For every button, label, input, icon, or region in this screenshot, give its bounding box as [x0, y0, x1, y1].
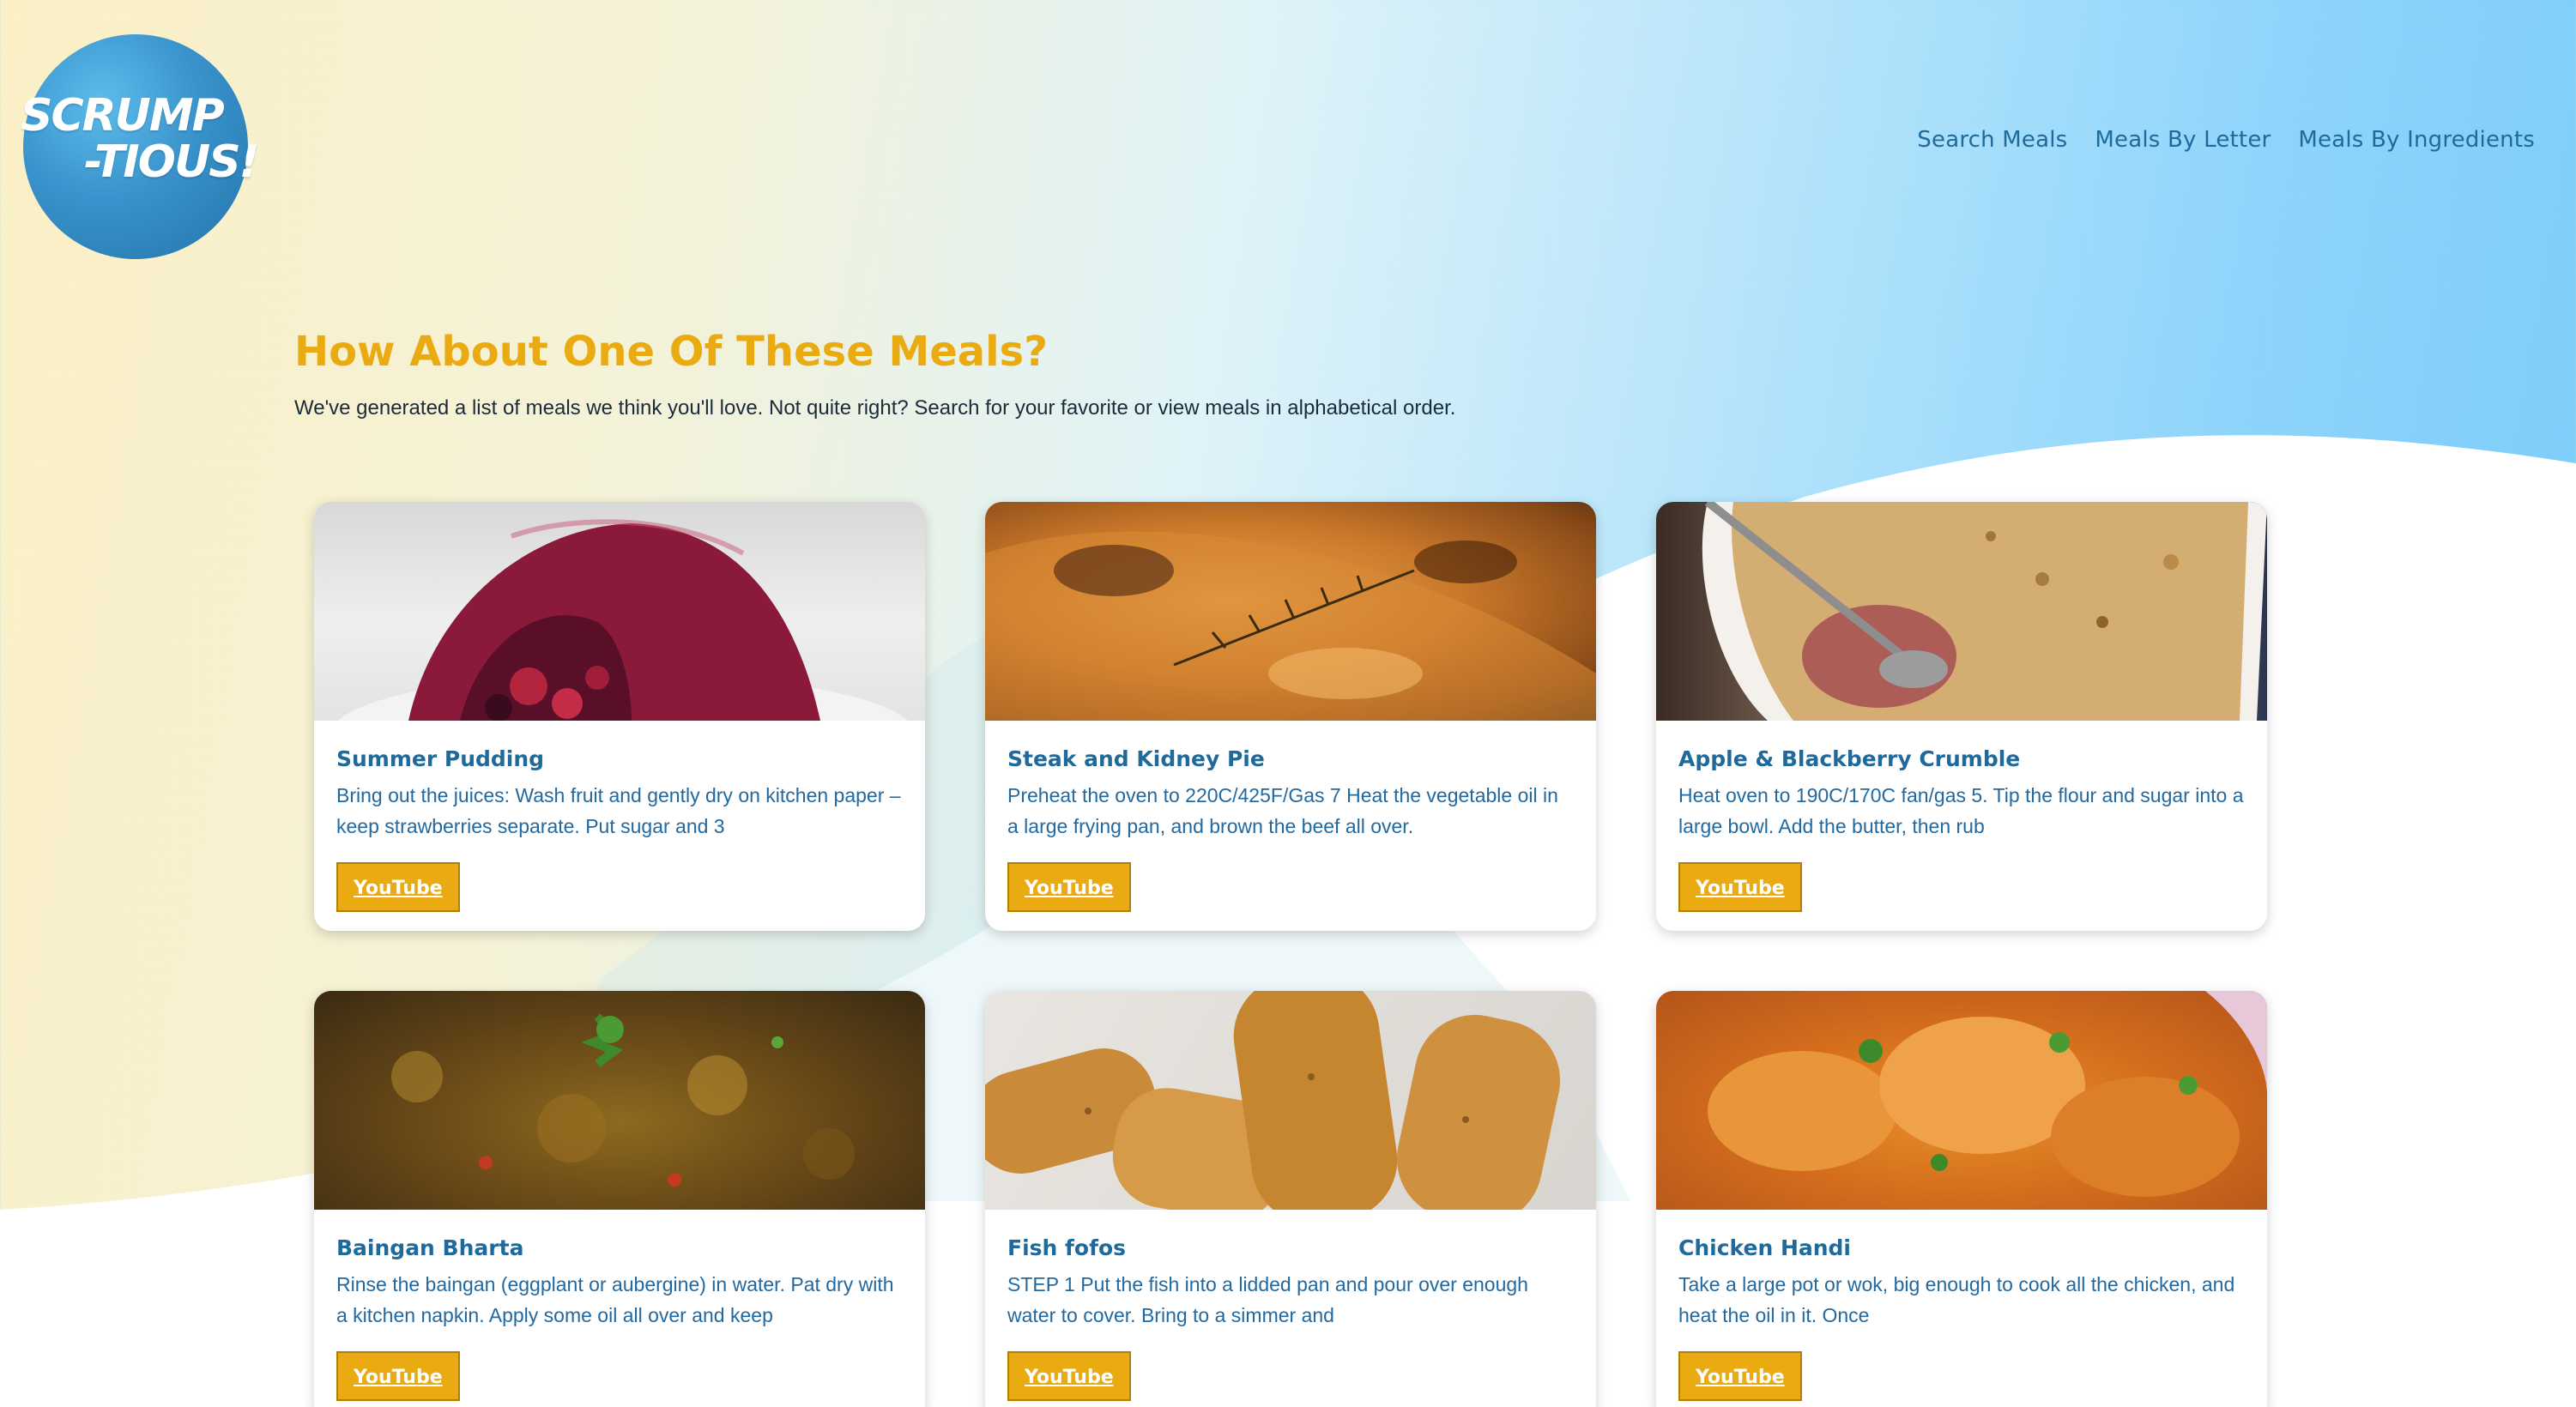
meal-description: Take a large pot or wok, big enough to c… [1678, 1273, 2235, 1326]
chicken-handi-image[interactable] [1656, 991, 2267, 1210]
youtube-button-label: YouTube [1696, 1367, 1785, 1388]
nav-meals-by-letter[interactable]: Meals By Letter [2095, 127, 2271, 153]
card-body: Fish fofos STEP 1 Put the fish into a li… [985, 1210, 1596, 1401]
summer-pudding-image[interactable] [314, 502, 925, 721]
steak-and-kidney-pie-image[interactable] [985, 502, 1596, 721]
youtube-button-label: YouTube [354, 1367, 443, 1388]
meal-card[interactable]: Chicken Handi Take a large pot or wok, b… [1656, 991, 2267, 1407]
meal-card[interactable]: Steak and Kidney Pie Preheat the oven to… [985, 502, 1596, 931]
nav-search-meals[interactable]: Search Meals [1917, 127, 2067, 153]
meal-title[interactable]: Chicken Handi [1678, 1235, 2245, 1260]
meal-card[interactable]: Baingan Bharta Rinse the baingan (eggpla… [314, 991, 925, 1407]
youtube-button[interactable]: YouTube [336, 1351, 460, 1401]
baingan-bharta-image[interactable] [314, 991, 925, 1210]
fish-fofos-image[interactable] [985, 991, 1596, 1210]
meal-title[interactable]: Baingan Bharta [336, 1235, 903, 1260]
meal-description: Heat oven to 190C/170C fan/gas 5. Tip th… [1678, 784, 2244, 837]
card-body: Apple & Blackberry Crumble Heat oven to … [1656, 721, 2267, 912]
card-body: Steak and Kidney Pie Preheat the oven to… [985, 721, 1596, 912]
page-subtitle: We've generated a list of meals we think… [294, 396, 1456, 420]
youtube-button-label: YouTube [1696, 878, 1785, 899]
youtube-button-label: YouTube [354, 878, 443, 899]
logo[interactable]: SCRUMP -TIOUS! [21, 34, 259, 259]
pie-illustration [985, 531, 1596, 721]
youtube-button[interactable]: YouTube [1007, 1351, 1131, 1401]
youtube-button-label: YouTube [1025, 1367, 1114, 1388]
nav-meals-by-ingredients[interactable]: Meals By Ingredients [2298, 127, 2535, 153]
meal-description: Rinse the baingan (eggplant or aubergine… [336, 1273, 894, 1326]
meal-card[interactable]: Fish fofos STEP 1 Put the fish into a li… [985, 991, 1596, 1407]
card-body: Baingan Bharta Rinse the baingan (eggpla… [314, 1210, 925, 1401]
meal-card[interactable]: Summer Pudding Bring out the juices: Was… [314, 502, 925, 931]
youtube-button[interactable]: YouTube [336, 862, 460, 912]
logo-line-2: -TIOUS! [84, 136, 259, 188]
meal-description: STEP 1 Put the fish into a lidded pan an… [1007, 1273, 1528, 1326]
meal-card[interactable]: Apple & Blackberry Crumble Heat oven to … [1656, 502, 2267, 931]
youtube-button[interactable]: YouTube [1678, 1351, 1802, 1401]
card-body: Chicken Handi Take a large pot or wok, b… [1656, 1210, 2267, 1401]
logo-text: SCRUMP -TIOUS! [21, 93, 278, 185]
meal-grid: Summer Pudding Bring out the juices: Was… [314, 502, 2267, 1407]
meal-description: Preheat the oven to 220C/425F/Gas 7 Heat… [1007, 784, 1558, 837]
fofos-illustration [985, 991, 1561, 1210]
handi-illustration [1708, 991, 2267, 1197]
logo-line-1: SCRUMP [21, 90, 225, 142]
meal-title[interactable]: Steak and Kidney Pie [1007, 746, 1574, 771]
bharta-illustration [391, 1013, 855, 1187]
youtube-button[interactable]: YouTube [1678, 862, 1802, 912]
page-title: How About One Of These Meals? [294, 328, 1049, 376]
meal-title[interactable]: Summer Pudding [336, 746, 903, 771]
card-body: Summer Pudding Bring out the juices: Was… [314, 721, 925, 912]
main-nav: Search Meals Meals By Letter Meals By In… [1917, 127, 2535, 153]
meal-title[interactable]: Fish fofos [1007, 1235, 1574, 1260]
apple-blackberry-crumble-image[interactable] [1656, 502, 2267, 721]
meal-description: Bring out the juices: Wash fruit and gen… [336, 784, 901, 837]
pudding-illustration [337, 519, 909, 721]
meal-title[interactable]: Apple & Blackberry Crumble [1678, 746, 2245, 771]
youtube-button[interactable]: YouTube [1007, 862, 1131, 912]
crumble-illustration [1702, 502, 2267, 721]
youtube-button-label: YouTube [1025, 878, 1114, 899]
